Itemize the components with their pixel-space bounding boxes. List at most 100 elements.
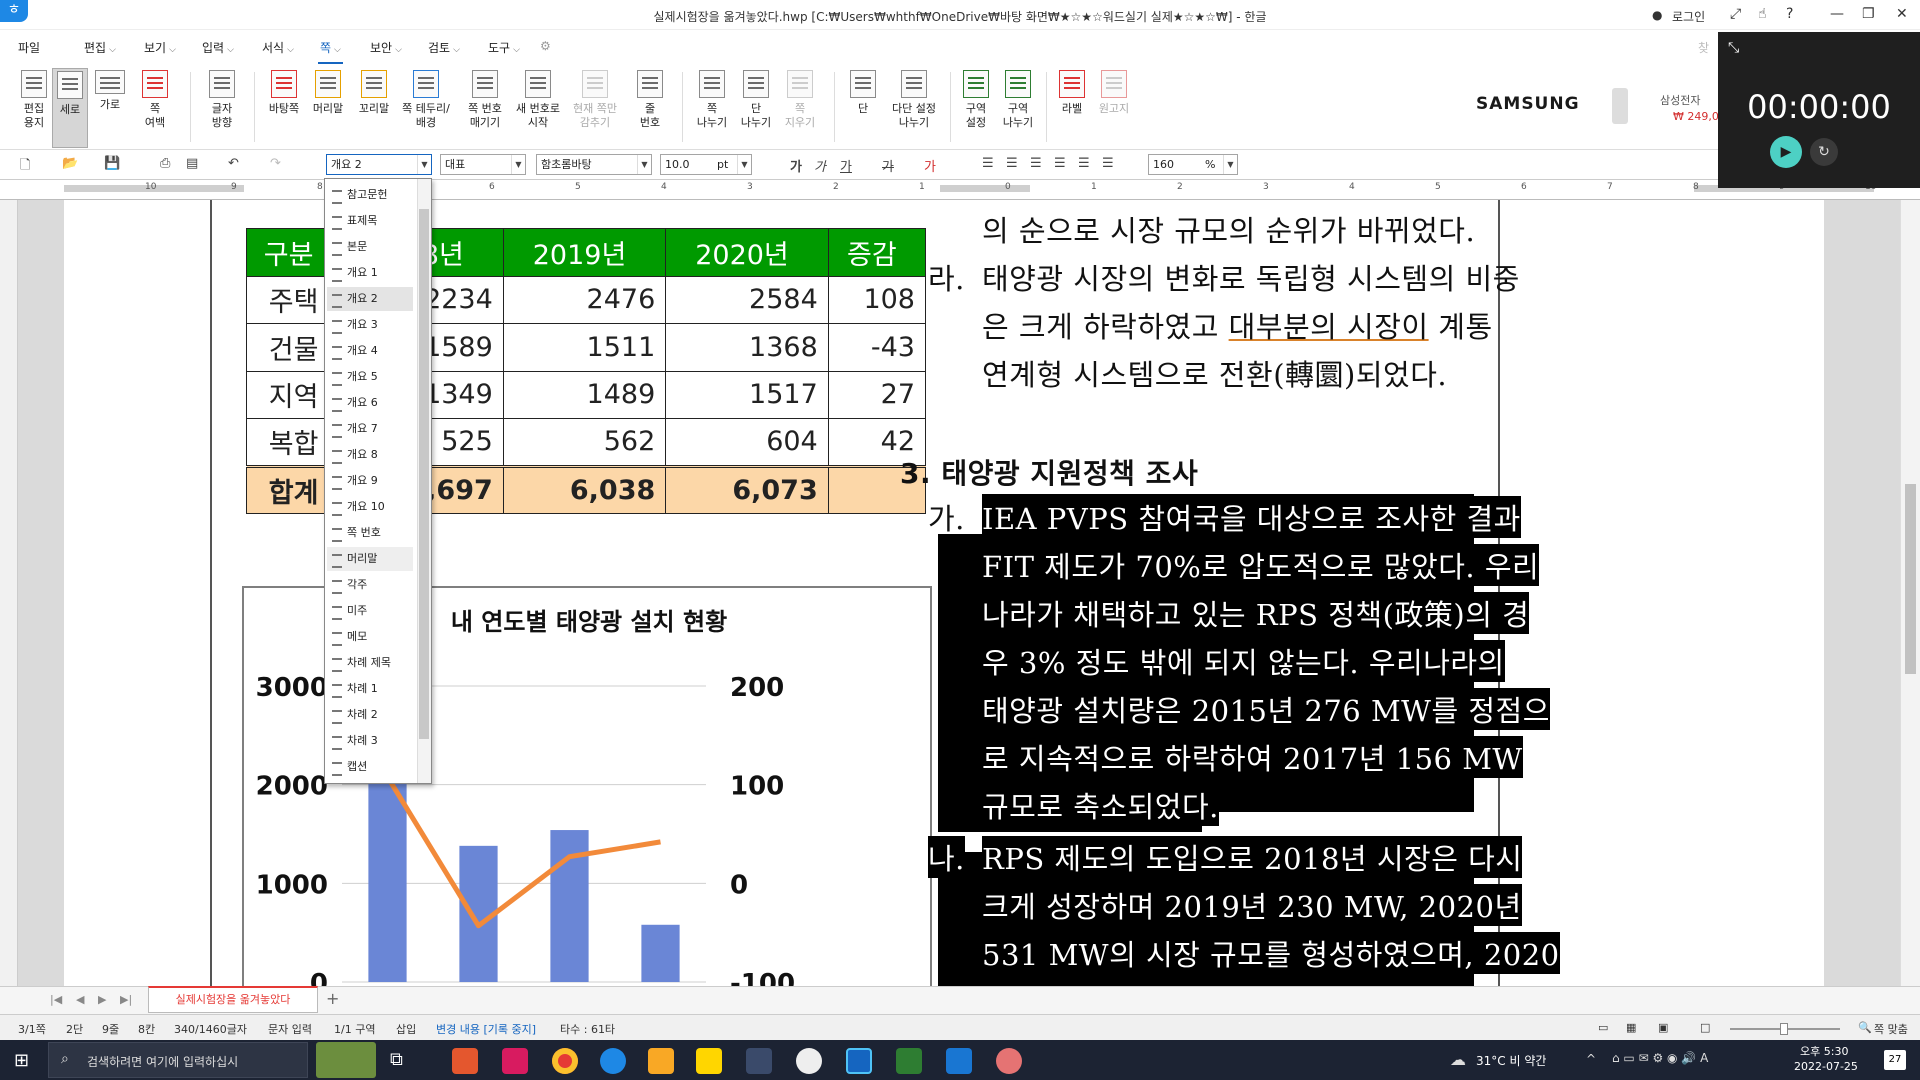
table-header-cell[interactable]: 증감 — [827, 228, 927, 277]
style-dropdown[interactable]: 참고문헌 표제목 본문 개요 1 개요 2 개요 3 개요 4 개요 5 개요 6 개요 7 개요 … — [324, 178, 432, 784]
scrollbar-thumb[interactable] — [1905, 484, 1916, 674]
table-cell[interactable]: 2476 — [502, 275, 667, 324]
paragraph-line[interactable]: 태양광 시장의 변화로 독립형 시스템의 비중 — [982, 256, 1520, 298]
landscape-button[interactable]: 가로 — [92, 70, 128, 112]
clock-time[interactable]: 오후 5:30 — [1800, 1043, 1848, 1059]
style-option[interactable]: 차례 제목 — [327, 651, 413, 675]
label-button[interactable]: 라벨 — [1052, 70, 1092, 116]
add-tab-icon[interactable]: + — [326, 989, 339, 1008]
vertical-ruler[interactable] — [0, 200, 18, 986]
restore-icon[interactable]: ❐ — [1862, 6, 1875, 22]
taskbar-app-icon[interactable] — [502, 1048, 528, 1074]
excel-icon[interactable] — [896, 1048, 922, 1074]
clock-date[interactable]: 2022-07-25 — [1794, 1060, 1858, 1073]
file-explorer-icon[interactable] — [648, 1048, 674, 1074]
strikethrough-icon[interactable]: 가 — [882, 156, 894, 175]
expand-icon[interactable]: ⤢ — [1730, 6, 1741, 22]
section-break-button[interactable]: 구역 나누기 — [998, 70, 1038, 130]
undo-icon[interactable]: ↶ — [228, 156, 239, 171]
paper-setup-button[interactable]: 편집 용지 — [14, 70, 54, 130]
print-icon[interactable]: ⎙ — [160, 156, 170, 171]
zoom-slider-handle[interactable] — [1780, 1023, 1788, 1035]
timer-play-button[interactable]: ▶ — [1770, 136, 1802, 168]
font-select[interactable]: 함초롬바탕 ▼ — [536, 154, 652, 175]
chrome-icon[interactable] — [552, 1048, 578, 1074]
login-link[interactable]: 로그인 — [1672, 8, 1705, 25]
taskbar-app-icon[interactable] — [452, 1048, 478, 1074]
compact-view-icon[interactable]: ⤡ — [1728, 40, 1739, 56]
font-color-icon[interactable]: 가 — [924, 156, 936, 175]
divide-icon[interactable]: ☰ — [1102, 156, 1114, 171]
style-option[interactable]: 머리말 — [327, 547, 413, 571]
style-option[interactable]: 개요 9 — [327, 469, 413, 493]
menu-tools[interactable]: 도구 ⌵ — [488, 39, 520, 56]
taskbar-app-icon[interactable] — [996, 1048, 1022, 1074]
table-cell[interactable]: 604 — [665, 418, 829, 467]
paragraph-line[interactable]: IEA PVPS 참여국을 대상으로 조사한 결과 — [982, 496, 1521, 538]
view-normal-icon[interactable]: ▭ — [1598, 1021, 1608, 1034]
word-icon[interactable] — [946, 1048, 972, 1074]
align-center-icon[interactable]: ☰ — [1030, 156, 1042, 171]
weather-text[interactable]: 31°C 비 약간 — [1476, 1052, 1546, 1069]
paragraph-line[interactable]: 규모로 축소되었다. — [982, 784, 1219, 826]
distribute-icon[interactable]: ☰ — [1078, 156, 1090, 171]
tab-nav-prev-icon[interactable]: ◀ — [76, 993, 84, 1006]
weather-icon[interactable]: ☁ — [1450, 1050, 1466, 1069]
multi-column-button[interactable]: 다단 설정 나누기 — [884, 70, 944, 130]
font-size-input[interactable]: 10.0 pt ▼ — [660, 154, 752, 175]
page-break-button[interactable]: 쪽 나누기 — [692, 70, 732, 130]
new-number-button[interactable]: 새 번호로 시작 — [512, 70, 564, 130]
table-cell[interactable]: 1489 — [502, 370, 667, 419]
status-page[interactable]: 3/1쪽 — [18, 1021, 46, 1037]
menu-file[interactable]: 파일 — [18, 39, 40, 56]
paragraph-line[interactable]: 은 크게 하락하였고 대부분의 시장이 계통 — [982, 304, 1493, 346]
taskbar-app-icon[interactable] — [746, 1048, 772, 1074]
tab-nav-next-icon[interactable]: ▶ — [98, 993, 106, 1006]
style-option[interactable]: 개요 3 — [327, 313, 413, 337]
document-area[interactable]: 구분 2018년 2019년 2020년 증감 주택 2234 2476 258… — [18, 200, 1900, 986]
italic-icon[interactable]: 가 — [814, 156, 826, 175]
style-option[interactable]: 개요 10 — [327, 495, 413, 519]
paragraph-line[interactable]: 로 지속적으로 하락하여 2017년 156 MW — [982, 736, 1523, 778]
paragraph-line[interactable]: 우 3% 정도 밖에 되지 않는다. 우리나라의 — [982, 640, 1505, 682]
ribbon-collapse-icon[interactable]: ⚙ — [540, 39, 551, 53]
table-cell[interactable]: 6,073 — [665, 465, 829, 514]
style-option[interactable]: 개요 6 — [327, 391, 413, 415]
paragraph-line[interactable]: 531 MW의 시장 규모를 형성하였으며, 2020 — [982, 932, 1560, 974]
table-cell[interactable]: 562 — [502, 418, 667, 467]
task-view-icon[interactable]: ⧉ — [390, 1049, 403, 1070]
style-option[interactable]: 차례 1 — [327, 677, 413, 701]
text-direction-button[interactable]: 글자 방향 — [204, 70, 240, 130]
zoom-out-icon[interactable]: □ — [1700, 1021, 1710, 1034]
table-cell[interactable]: 1368 — [665, 323, 829, 372]
hand-icon[interactable]: ☝ — [1758, 6, 1767, 22]
style-option[interactable]: 차례 3 — [327, 729, 413, 753]
paragraph-line[interactable]: 의 순으로 시장 규모의 순위가 바뀌었다. — [982, 208, 1475, 250]
kakaotalk-icon[interactable] — [696, 1048, 722, 1074]
profile-icon[interactable]: ● — [1652, 8, 1662, 22]
style-option[interactable]: 캡션 — [327, 755, 413, 779]
page-number-button[interactable]: 쪽 번호 매기기 — [460, 70, 510, 130]
tab-nav-first-icon[interactable]: |◀ — [50, 993, 62, 1006]
underline-icon[interactable]: 가 — [840, 156, 852, 175]
table-cell[interactable]: 1517 — [665, 370, 829, 419]
style-option[interactable]: 각주 — [327, 573, 413, 597]
paragraph-line[interactable]: FIT 제도가 70%로 압도적으로 많았다. 우리 — [982, 544, 1540, 586]
style-option[interactable]: 참고문헌 — [327, 183, 413, 207]
document-tab[interactable]: 실제시험장을 옮겨놓았다 — [148, 986, 318, 1013]
menu-insert[interactable]: 입력 ⌵ — [202, 39, 234, 56]
search-highlight-image[interactable] — [316, 1042, 376, 1078]
master-page-button[interactable]: 바탕쪽 — [262, 70, 306, 116]
delete-page-button[interactable]: 쪽 지우기 — [780, 70, 820, 130]
ad-product-image[interactable] — [1612, 88, 1628, 124]
table-cell[interactable]: 2584 — [665, 275, 829, 324]
align-left-icon[interactable]: ☰ — [1006, 156, 1018, 171]
paragraph-line[interactable]: 태양광 설치량은 2015년 276 MW를 정점으 — [982, 688, 1550, 730]
redo-icon[interactable]: ↷ — [270, 156, 281, 171]
paragraph-line[interactable]: 크게 성장하며 2019년 230 MW, 2020년 — [982, 884, 1522, 926]
menu-security[interactable]: 보안 ⌵ — [370, 39, 402, 56]
style-option[interactable]: 표제목 — [327, 209, 413, 233]
style-option[interactable]: 개요 7 — [327, 417, 413, 441]
style-select[interactable]: 개요 2 ▼ — [326, 154, 432, 175]
help-icon[interactable]: ? — [1786, 6, 1793, 22]
